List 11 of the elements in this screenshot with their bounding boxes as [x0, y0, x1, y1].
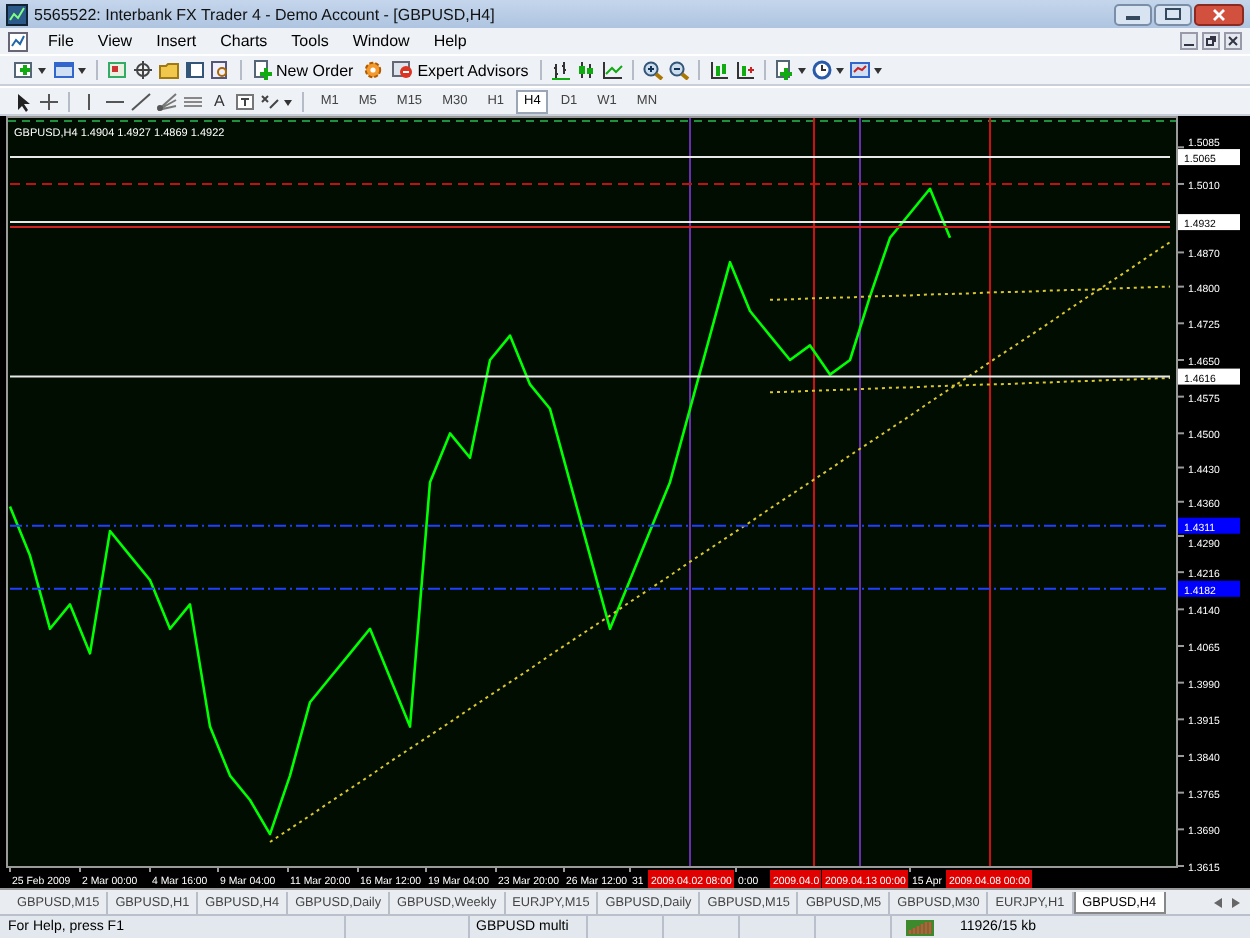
menu-item[interactable]: Tools — [279, 32, 341, 50]
menu-item[interactable]: Window — [340, 32, 422, 50]
menu-item[interactable]: File — [36, 32, 86, 50]
expert-advisors-button[interactable]: Expert Advisors — [387, 58, 533, 82]
text-tool[interactable]: A — [208, 92, 231, 110]
menu-item[interactable]: Charts — [208, 32, 280, 50]
menu-item[interactable]: View — [85, 32, 145, 50]
menu-item[interactable]: Insert — [144, 32, 209, 50]
menu-item[interactable]: Help — [421, 32, 479, 50]
window-title: 5565522: Interbank FX Trader 4 - Demo Account - [GBPUSD,H4] — [34, 5, 495, 23]
new-order-button[interactable]: New Order — [250, 58, 358, 82]
